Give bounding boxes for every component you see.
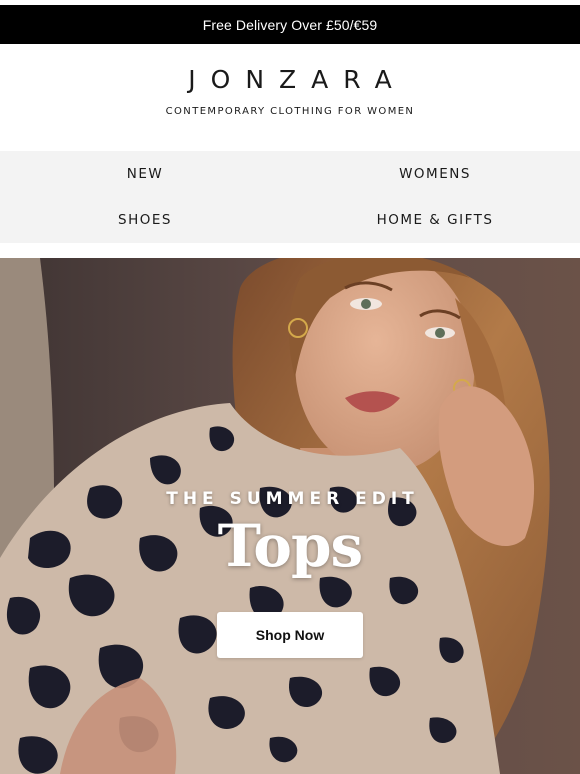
nav-item-womens[interactable]: WOMENS	[290, 151, 580, 197]
promo-banner[interactable]: Free Delivery Over £50/€59	[0, 5, 580, 44]
hero-headline: Tops	[217, 512, 363, 580]
brand-tagline: CONTEMPORARY CLOTHING FOR WOMEN	[165, 106, 415, 117]
brand-header: JONZARA CONTEMPORARY CLOTHING FOR WOMEN	[0, 44, 580, 150]
promo-banner-text: Free Delivery Over £50/€59	[202, 16, 378, 33]
nav-item-new[interactable]: NEW	[0, 151, 290, 197]
brand-logo[interactable]: JONZARA	[0, 65, 580, 94]
shop-now-button[interactable]: Shop Now	[217, 612, 363, 658]
hero-banner[interactable]: THE SUMMER EDIT Tops Shop Now	[0, 258, 580, 774]
nav-item-shoes[interactable]: SHOES	[0, 197, 290, 243]
nav-item-home-gifts[interactable]: HOME & GIFTS	[290, 197, 580, 243]
hero-eyebrow: THE SUMMER EDIT	[166, 489, 419, 509]
main-navigation: NEW WOMENS SHOES HOME & GIFTS	[0, 151, 580, 243]
